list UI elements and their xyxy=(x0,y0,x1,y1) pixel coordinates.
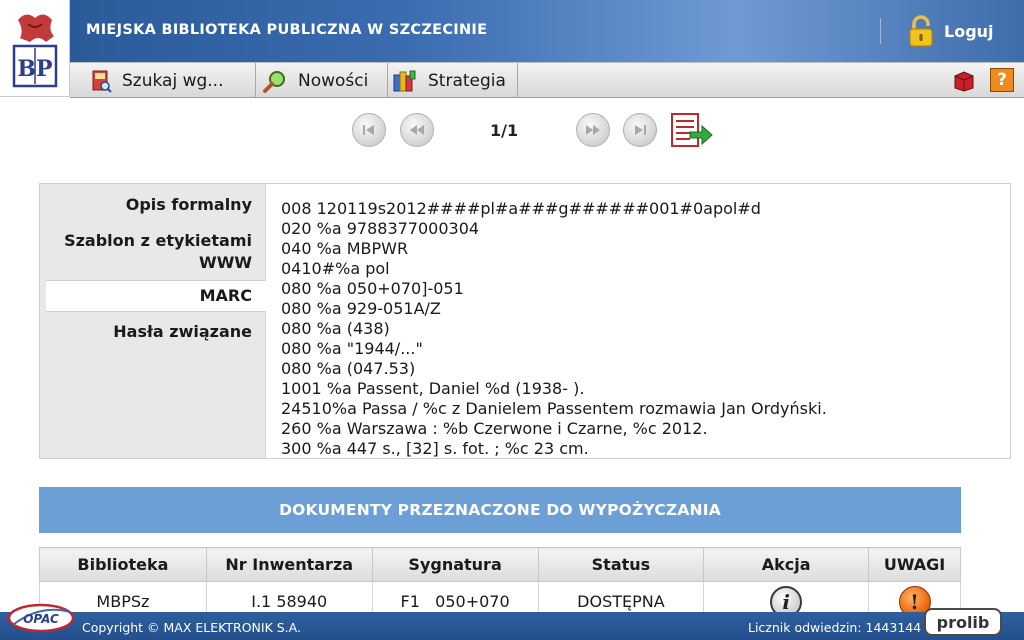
marc-field-line: 24510%a Passa / %c z Danielem Passentem … xyxy=(281,399,827,418)
marc-field-line: 260 %a Warszawa : %b Czerwone i Czarne, … xyxy=(281,419,708,438)
library-logo[interactable]: BP xyxy=(0,0,70,97)
record-panel: Opis formalny Szablon z etykietami WWW M… xyxy=(39,183,1011,459)
opac-logo-text: OPAC xyxy=(23,612,59,626)
marc-field-line: 080 %a 050+070]-051 xyxy=(281,279,464,298)
login-label: Loguj xyxy=(944,21,994,41)
nav-item-news[interactable]: Nowości xyxy=(256,63,388,98)
column-header: Biblioteka xyxy=(39,547,207,582)
opac-logo: OPAC xyxy=(7,603,75,633)
marc-field-line: 020 %a 9788377000304 xyxy=(281,219,480,238)
marc-field-line: 040 %a MBPWR xyxy=(281,239,409,258)
marc-record-text: 008 120119s2012####pl#a###g######001#0ap… xyxy=(281,199,1001,459)
record-pager: 1/1 xyxy=(352,112,722,148)
nav-label: Szukaj wg... xyxy=(122,70,224,91)
column-header: Nr Inwentarza xyxy=(205,547,373,582)
export-record-icon[interactable] xyxy=(670,110,714,150)
column-header: Sygnatura xyxy=(371,547,539,582)
first-page-icon xyxy=(363,125,374,135)
header-bar: MIEJSKA BIBLIOTEKA PUBLICZNA W SZCZECINI… xyxy=(70,0,1024,62)
nav-bar: Szukaj wg... Nowości Strategia ? xyxy=(70,62,1024,98)
last-page-button[interactable] xyxy=(623,113,657,147)
prolib-logo: prolib xyxy=(924,608,1002,636)
basket-icon[interactable] xyxy=(952,68,976,92)
nav-right-tools: ? xyxy=(952,68,1014,92)
library-crest-icon: BP xyxy=(12,14,58,88)
column-header: Akcja xyxy=(703,547,870,582)
marc-field-line: 300 %a 447 s., [32] s. fot. ; %c 23 cm. xyxy=(281,439,589,458)
previous-page-button[interactable] xyxy=(400,113,434,147)
books-icon xyxy=(393,70,416,91)
magnifier-icon xyxy=(263,70,285,93)
tab-related-headings[interactable]: Hasła związane xyxy=(46,321,266,343)
table-header-row: Biblioteka Nr Inwentarza Sygnatura Statu… xyxy=(39,547,961,582)
logo-text: BP xyxy=(17,56,52,82)
help-icon[interactable]: ? xyxy=(990,68,1014,92)
record-tabs: Opis formalny Szablon z etykietami WWW M… xyxy=(40,184,266,458)
tab-formal-description[interactable]: Opis formalny xyxy=(46,194,266,216)
page-indicator: 1/1 xyxy=(490,121,519,140)
footer: Copyright © MAX ELEKTRONIK S.A. Licznik … xyxy=(0,612,1024,640)
padlock-icon xyxy=(909,15,933,47)
last-page-icon xyxy=(635,125,646,135)
column-header: Status xyxy=(537,547,705,582)
marc-field-line: 0410#%a pol xyxy=(281,259,390,278)
nav-item-search[interactable]: Szukaj wg... xyxy=(70,63,256,98)
marc-field-line: 080 %a (438) xyxy=(281,319,390,338)
documents-banner: DOKUMENTY PRZEZNACZONE DO WYPOŻYCZANIA xyxy=(39,487,961,533)
tab-marc[interactable]: MARC xyxy=(46,280,266,312)
fast-forward-icon xyxy=(586,125,600,135)
copyright-text: Copyright © MAX ELEKTRONIK S.A. xyxy=(82,620,301,635)
marc-field-line: 080 %a 929-051A/Z xyxy=(281,299,441,318)
documents-table: Biblioteka Nr Inwentarza Sygnatura Statu… xyxy=(39,547,961,622)
search-book-icon xyxy=(92,70,112,93)
marc-field-line: 1001 %a Passent, Daniel %d (1938- ). xyxy=(281,379,585,398)
next-page-button[interactable] xyxy=(576,113,610,147)
first-page-button[interactable] xyxy=(352,113,386,147)
login-button[interactable]: Loguj xyxy=(908,15,994,47)
nav-label: Strategia xyxy=(428,70,506,91)
nav-item-strategy[interactable]: Strategia xyxy=(388,63,518,98)
rewind-icon xyxy=(410,125,424,135)
marc-field-line: 080 %a "1944/..." xyxy=(281,339,423,358)
nav-label: Nowości xyxy=(298,70,369,91)
marc-field-line: 008 120119s2012####pl#a###g######001#0ap… xyxy=(281,199,761,218)
tab-www-template[interactable]: Szablon z etykietami WWW xyxy=(46,230,266,274)
marc-field-line: 080 %a (047.53) xyxy=(281,359,416,378)
header-divider xyxy=(880,18,881,44)
page-title: MIEJSKA BIBLIOTEKA PUBLICZNA W SZCZECINI… xyxy=(86,22,488,38)
visit-counter: Licznik odwiedzin: 1443144 xyxy=(748,620,922,635)
column-header: UWAGI xyxy=(868,547,961,582)
